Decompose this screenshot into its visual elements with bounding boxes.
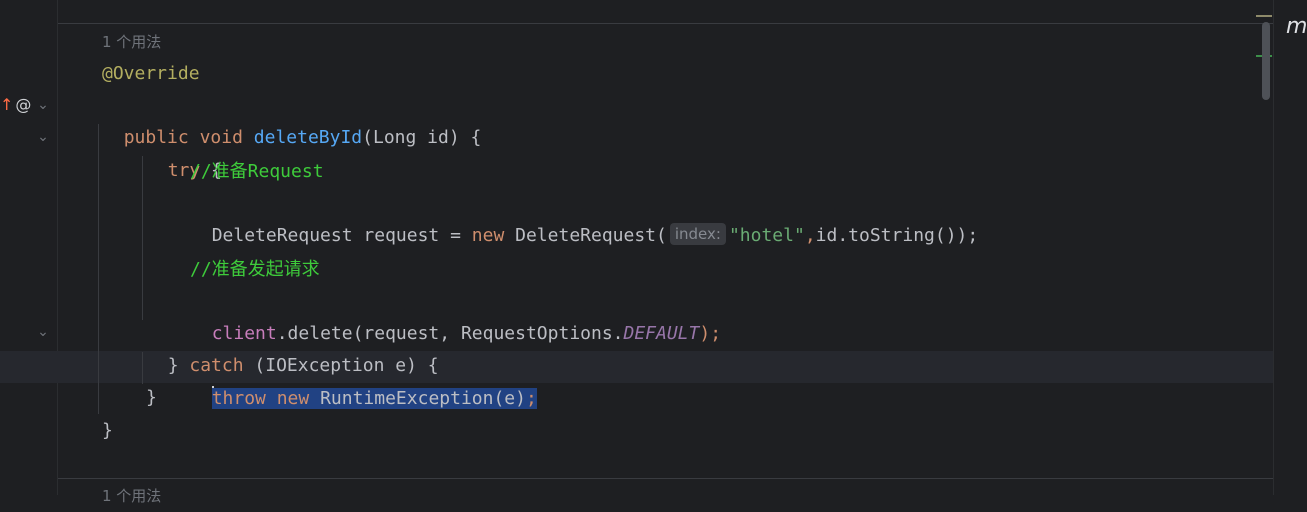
method-separator [58, 478, 1273, 479]
right-side-panel [1273, 0, 1307, 495]
catch-line[interactable]: } catch (IOException e) { [146, 318, 439, 376]
keyword-new: new [471, 225, 505, 246]
scrollbar-thumb[interactable] [1262, 22, 1270, 100]
closing-brace-line[interactable]: } [102, 415, 113, 447]
request-declaration-line[interactable]: DeleteRequest request = new DeleteReques… [190, 188, 978, 246]
constructor-call: DeleteRequest( [504, 225, 667, 246]
comment-line[interactable]: //准备Request [190, 156, 324, 188]
fold-chevron-down-icon[interactable]: ⌄ [36, 325, 50, 339]
indent-guide [98, 124, 99, 414]
comment-line[interactable]: //准备发起请求 [190, 254, 320, 286]
constant-default: DEFAULT [623, 323, 700, 344]
keyword-throw: throw [211, 388, 266, 409]
right-panel-letter: m [1286, 14, 1307, 39]
selected-text[interactable]: throw new RuntimeException(e); [211, 388, 537, 409]
method-name[interactable]: deleteById [254, 127, 362, 148]
string-literal: "hotel" [728, 225, 805, 246]
method-separator [58, 23, 1273, 24]
closing-brace-line[interactable]: } [146, 382, 157, 414]
annotation-at-icon[interactable]: @ [15, 95, 31, 114]
tostring-call: id.toString()); [815, 225, 979, 246]
runtime-exception: RuntimeException(e) [309, 388, 526, 409]
try-line[interactable]: try { [146, 123, 222, 181]
parameter-hint: index: [669, 223, 726, 245]
gutter-icons[interactable]: ↑ @ [0, 94, 31, 116]
indent-guide [142, 352, 143, 384]
client-delete-line[interactable]: client.delete(request, RequestOptions.DE… [190, 286, 721, 344]
editor-gutter [0, 0, 58, 495]
annotation-line[interactable]: @Override [102, 58, 200, 90]
method-signature-line[interactable]: public void deleteById(Long id) { [102, 90, 482, 148]
scrollbar-marker[interactable] [1256, 15, 1272, 17]
keyword-new: new [276, 388, 310, 409]
throw-line[interactable]: throw new RuntimeException(e); [190, 351, 537, 409]
semicolon: ; [525, 388, 537, 409]
usage-inlay-hint[interactable]: 1 个用法 [102, 26, 161, 58]
catch-brace: } [167, 355, 190, 376]
override-arrow-icon[interactable]: ↑ [0, 95, 13, 114]
indent-guide [142, 156, 143, 320]
gutter-divider [57, 0, 58, 495]
declaration-text: DeleteRequest request = [211, 225, 472, 246]
method-params: (Long id) { [362, 127, 482, 148]
comma: , [804, 225, 816, 246]
fold-chevron-down-icon[interactable]: ⌄ [36, 130, 50, 144]
close-paren: ); [699, 323, 722, 344]
usage-inlay-hint[interactable]: 1 个用法 [102, 480, 161, 512]
fold-chevron-down-icon[interactable]: ⌄ [36, 98, 50, 112]
